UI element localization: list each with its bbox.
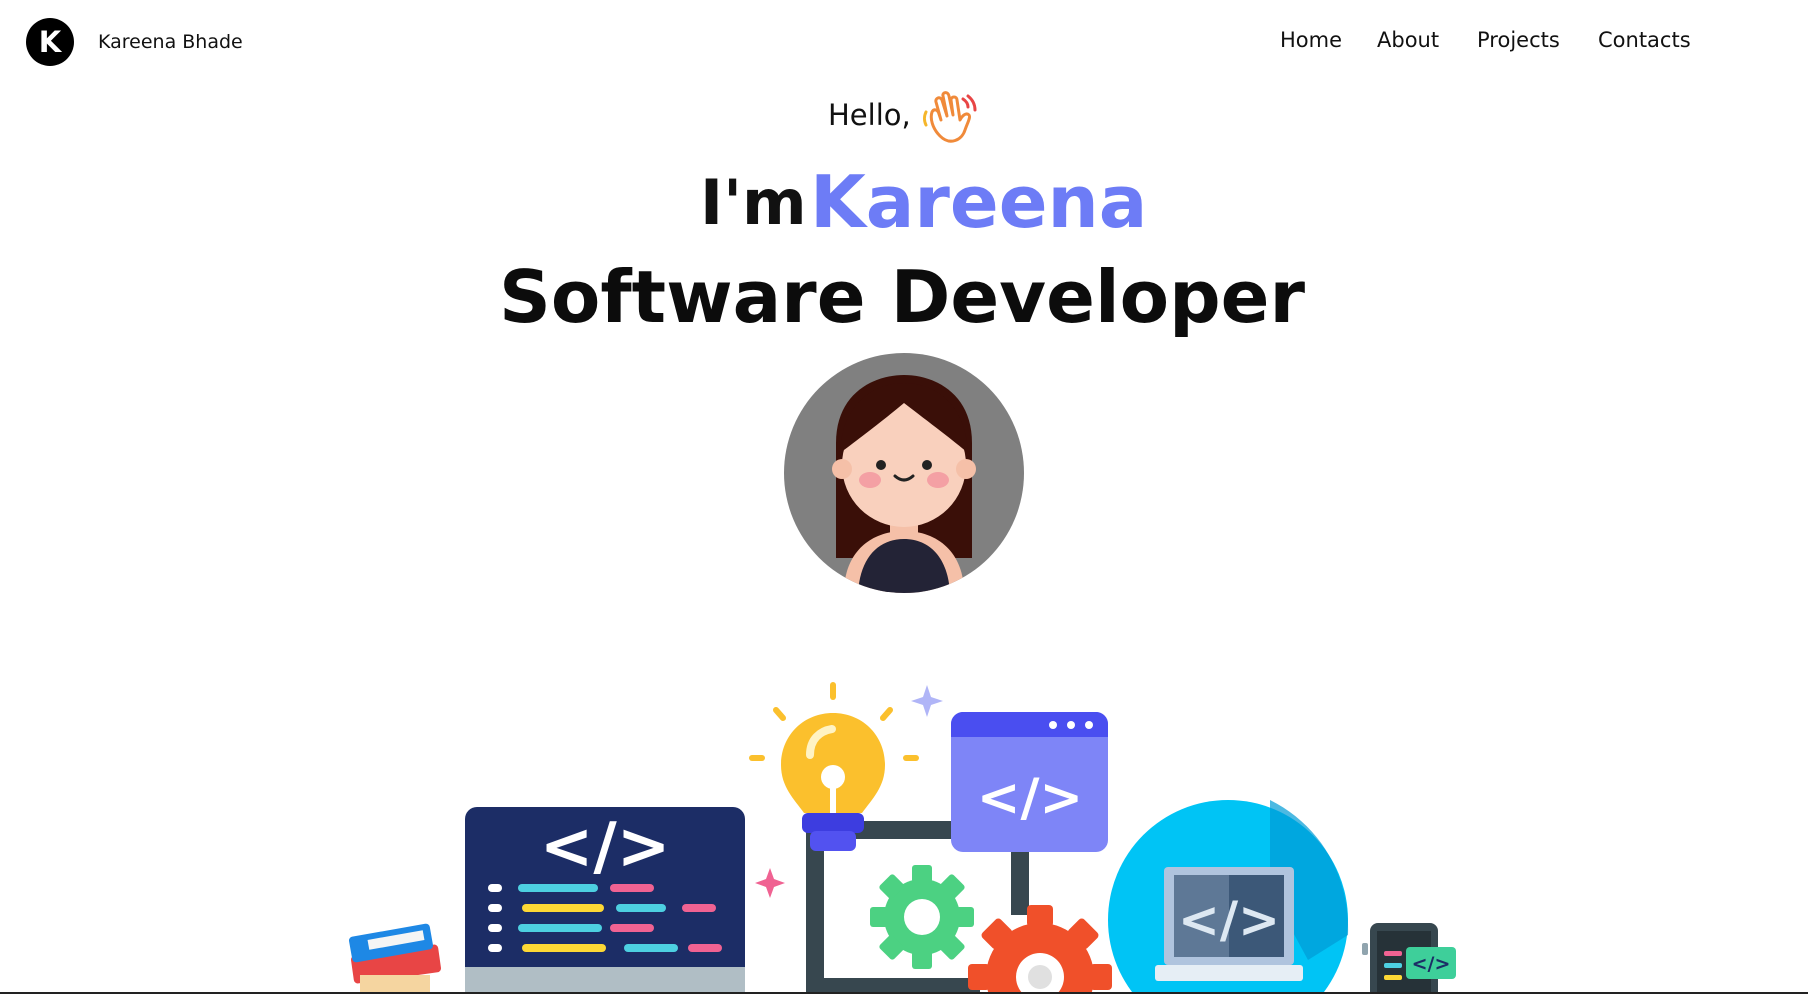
- logo-letter: K: [38, 25, 62, 59]
- avatar: [784, 353, 1024, 593]
- svg-text:</>: </>: [540, 810, 671, 884]
- laptop-code-icon: </>: [1108, 800, 1349, 994]
- nav-contacts[interactable]: Contacts: [1598, 28, 1691, 52]
- developer-illustration: </> </> </> </>: [348, 682, 1456, 994]
- code-window-icon: </>: [951, 712, 1108, 852]
- portfolio-page: K Kareena Bhade Home About Projects Cont…: [0, 0, 1808, 994]
- intro-text: I'm: [700, 166, 807, 239]
- gear-icon: [870, 865, 974, 969]
- svg-text:</>: </>: [1412, 953, 1451, 975]
- waving-hand-icon: [923, 91, 977, 143]
- nav-about[interactable]: About: [1377, 28, 1439, 52]
- logo-badge[interactable]: K: [26, 18, 74, 66]
- gear-icon: [968, 905, 1112, 994]
- mobile-code-icon: </>: [1362, 923, 1456, 994]
- svg-text:</>: </>: [977, 768, 1083, 828]
- code-monitor-icon: </>: [465, 807, 745, 994]
- books-icon: [348, 923, 442, 994]
- nav-projects[interactable]: Projects: [1477, 28, 1560, 52]
- nav-home[interactable]: Home: [1280, 28, 1342, 52]
- greeting-text: Hello,: [828, 98, 911, 132]
- role-title: Software Developer: [499, 255, 1305, 339]
- svg-text:</>: </>: [1178, 891, 1280, 949]
- brand-name: Kareena Bhade: [98, 31, 243, 53]
- hero-name: Kareena: [810, 160, 1148, 244]
